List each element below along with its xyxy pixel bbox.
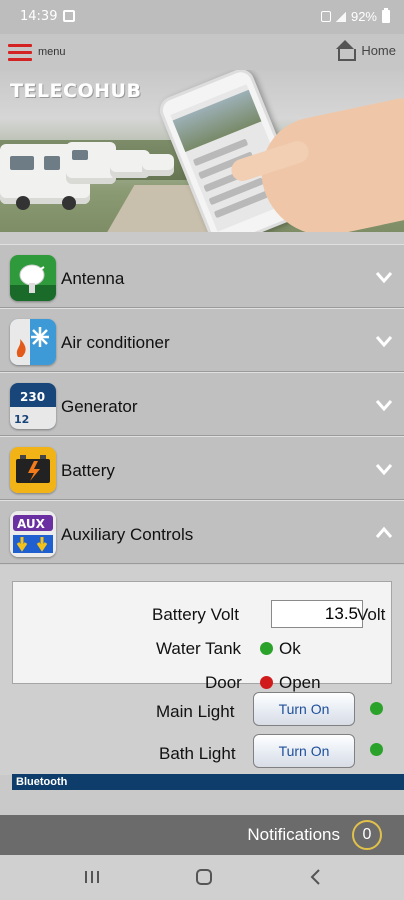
home-icon <box>335 40 357 61</box>
status-icons: 92% <box>320 8 390 24</box>
aux-icon: AUX <box>10 511 56 557</box>
air-conditioner-icon <box>10 319 56 365</box>
generator-icon: 230 12 <box>10 383 56 429</box>
battery-volt-field[interactable] <box>271 600 363 628</box>
aux-controls-panel: Battery Volt Volt Water Tank Ok Door Ope… <box>0 565 404 775</box>
main-light-label: Main Light <box>156 702 235 721</box>
accordion-air-conditioner[interactable]: Air conditioner <box>0 308 404 372</box>
notifications-bar[interactable]: Notifications 0 <box>0 815 404 855</box>
recent-apps-icon[interactable] <box>82 867 102 887</box>
sensor-box: Battery Volt Volt Water Tank Ok Door Ope… <box>12 581 392 692</box>
camper-image <box>142 154 174 176</box>
accordion-battery[interactable]: Battery <box>0 436 404 500</box>
chevron-down-icon[interactable] <box>376 269 392 285</box>
notifications-label: Notifications <box>247 825 340 844</box>
accordion-generator[interactable]: 230 12 Generator <box>0 372 404 436</box>
signal-icon <box>335 11 346 22</box>
svg-text:230: 230 <box>20 390 45 404</box>
svg-text:AUX: AUX <box>17 517 46 531</box>
battery-volt-label: Battery Volt <box>152 605 239 624</box>
svg-text:12: 12 <box>14 413 29 426</box>
chevron-up-icon[interactable] <box>376 525 392 541</box>
accordion-label: Auxiliary Controls <box>61 525 194 544</box>
accordion-auxiliary-controls[interactable]: AUX Auxiliary Controls <box>0 500 404 564</box>
battery-percent: 92% <box>350 9 377 24</box>
battery-status-icon <box>382 8 390 23</box>
water-tank-label: Water Tank <box>156 639 242 658</box>
battery-volt-unit: Volt <box>357 605 386 624</box>
accordion-antenna[interactable]: Antenna <box>0 244 404 308</box>
main-light-turn-on-button[interactable]: Turn On <box>253 692 355 726</box>
system-nav-bar <box>0 855 404 900</box>
status-bar: 14:39 92% <box>0 0 404 34</box>
antenna-icon <box>10 255 56 301</box>
accordion-label: Air conditioner <box>61 333 170 352</box>
data-icon <box>320 11 331 22</box>
accordion-label: Generator <box>61 397 138 416</box>
chevron-down-icon[interactable] <box>376 397 392 413</box>
water-tank-status-dot <box>260 642 273 655</box>
home-nav-icon[interactable] <box>194 867 214 887</box>
camper-image <box>66 142 116 184</box>
image-notification-icon <box>63 10 75 22</box>
menu-label[interactable]: menu <box>38 46 66 58</box>
device-list: Antenna Air conditioner 230 12 Generator… <box>0 244 404 564</box>
battery-icon <box>10 447 56 493</box>
water-tank-status: Ok <box>279 639 301 658</box>
home-button[interactable]: Home <box>335 40 396 61</box>
chevron-down-icon[interactable] <box>376 461 392 477</box>
hero-banner: TELECOHUB <box>0 70 404 232</box>
app-bar: menu Home <box>0 34 404 70</box>
bath-light-label: Bath Light <box>159 744 236 763</box>
status-time: 14:39 <box>20 9 58 24</box>
door-status-dot <box>260 676 273 689</box>
accordion-label: Antenna <box>61 269 125 288</box>
app-logo: TELECOHUB <box>10 80 142 102</box>
notifications-count-badge: 0 <box>352 820 382 850</box>
accordion-label: Battery <box>61 461 115 480</box>
main-light-status-dot <box>370 702 383 715</box>
chevron-down-icon[interactable] <box>376 333 392 349</box>
bath-light-turn-on-button[interactable]: Turn On <box>253 734 355 768</box>
bath-light-status-dot <box>370 743 383 756</box>
back-icon[interactable] <box>306 867 326 887</box>
door-status: Open <box>279 673 321 692</box>
bluetooth-bar[interactable]: Bluetooth <box>12 774 404 790</box>
door-label: Door <box>205 673 242 692</box>
home-label: Home <box>361 42 396 58</box>
menu-hamburger-icon[interactable] <box>8 44 32 62</box>
